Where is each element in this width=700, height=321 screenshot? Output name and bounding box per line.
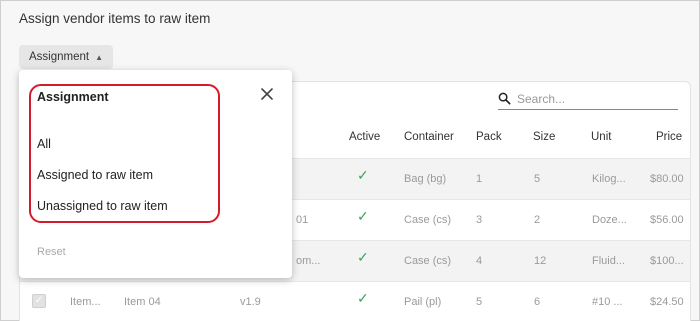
cell-container: Pail (pl) [404,296,442,308]
cell-unit: Kilog... [592,173,626,185]
cell-col3: om... [296,255,321,267]
header-unit[interactable]: Unit [591,131,611,143]
cell-price: $56.00 [650,214,684,226]
cell-unit: Doze... [592,214,627,226]
cell-unit: #10 ... [592,296,623,308]
cell-pack: 4 [476,255,483,267]
option-unassigned[interactable]: Unassigned to raw item [37,199,168,213]
dropdown-title: Assignment [37,90,109,104]
cell-unit: Fluid... [592,255,626,267]
row-checkbox[interactable]: ✓ [32,294,46,308]
cell-pack: 5 [476,296,483,308]
cell-price: $24.50 [650,296,684,308]
header-pack[interactable]: Pack [476,131,502,143]
cell-size: 12 [534,255,547,267]
cell-col2: Item 04 [124,296,161,308]
cell-container: Case (cs) [404,214,452,226]
active-check-icon: ✓ [357,249,369,265]
cell-price: $100... [650,255,684,267]
cell-container: Case (cs) [404,255,452,267]
cell-col3: 01 [296,214,309,226]
option-all[interactable]: All [37,137,51,151]
cell-pack: 1 [476,173,483,185]
active-check-icon: ✓ [357,208,369,224]
cell-price: $80.00 [650,173,684,185]
search-icon [498,92,511,105]
assignment-dropdown-panel: Assignment All Assigned to raw item Unas… [19,70,292,278]
filter-button-label: Assignment [29,51,90,63]
cell-pack: 3 [476,214,483,226]
close-icon[interactable] [258,85,276,103]
search-placeholder: Search... [517,91,566,106]
page-title: Assign vendor items to raw item [19,11,211,26]
cell-size: 6 [534,296,541,308]
cell-size: 5 [534,173,541,185]
table-row[interactable]: ✓ Item... Item 04 v1.9 ✓ Pail (pl) 5 6 #… [20,281,690,321]
reset-button[interactable]: Reset [37,246,66,258]
header-active[interactable]: Active [349,131,380,143]
cell-size: 2 [534,214,541,226]
active-check-icon: ✓ [357,167,369,183]
caret-up-icon: ▲ [95,52,104,62]
header-price[interactable]: Price [656,131,682,143]
cell-col1: Item... [70,296,101,308]
search-box[interactable]: Search... [498,88,678,110]
assignment-filter-button[interactable]: Assignment ▲ [19,45,114,69]
header-container[interactable]: Container [404,131,454,143]
option-assigned[interactable]: Assigned to raw item [37,168,153,182]
cell-col3: v1.9 [240,296,261,308]
header-size[interactable]: Size [533,131,555,143]
cell-container: Bag (bg) [404,173,447,185]
active-check-icon: ✓ [357,290,369,306]
